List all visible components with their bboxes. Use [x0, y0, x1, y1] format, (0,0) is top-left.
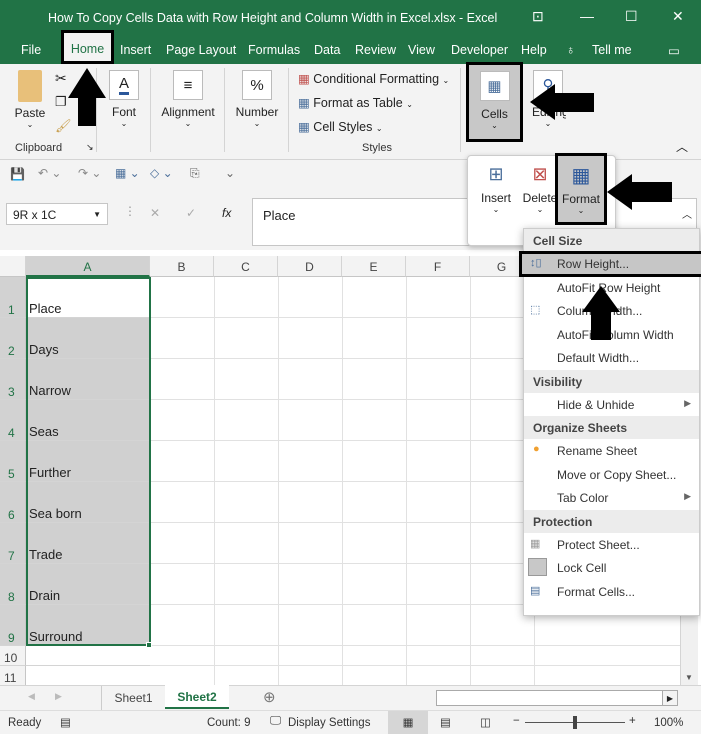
- arrow-up-home: [68, 68, 106, 126]
- arrow-up-row-height: [582, 286, 620, 340]
- arrow-left-cells: [530, 84, 594, 120]
- annotation-arrows: [68, 68, 672, 340]
- arrow-left-format: [607, 174, 672, 210]
